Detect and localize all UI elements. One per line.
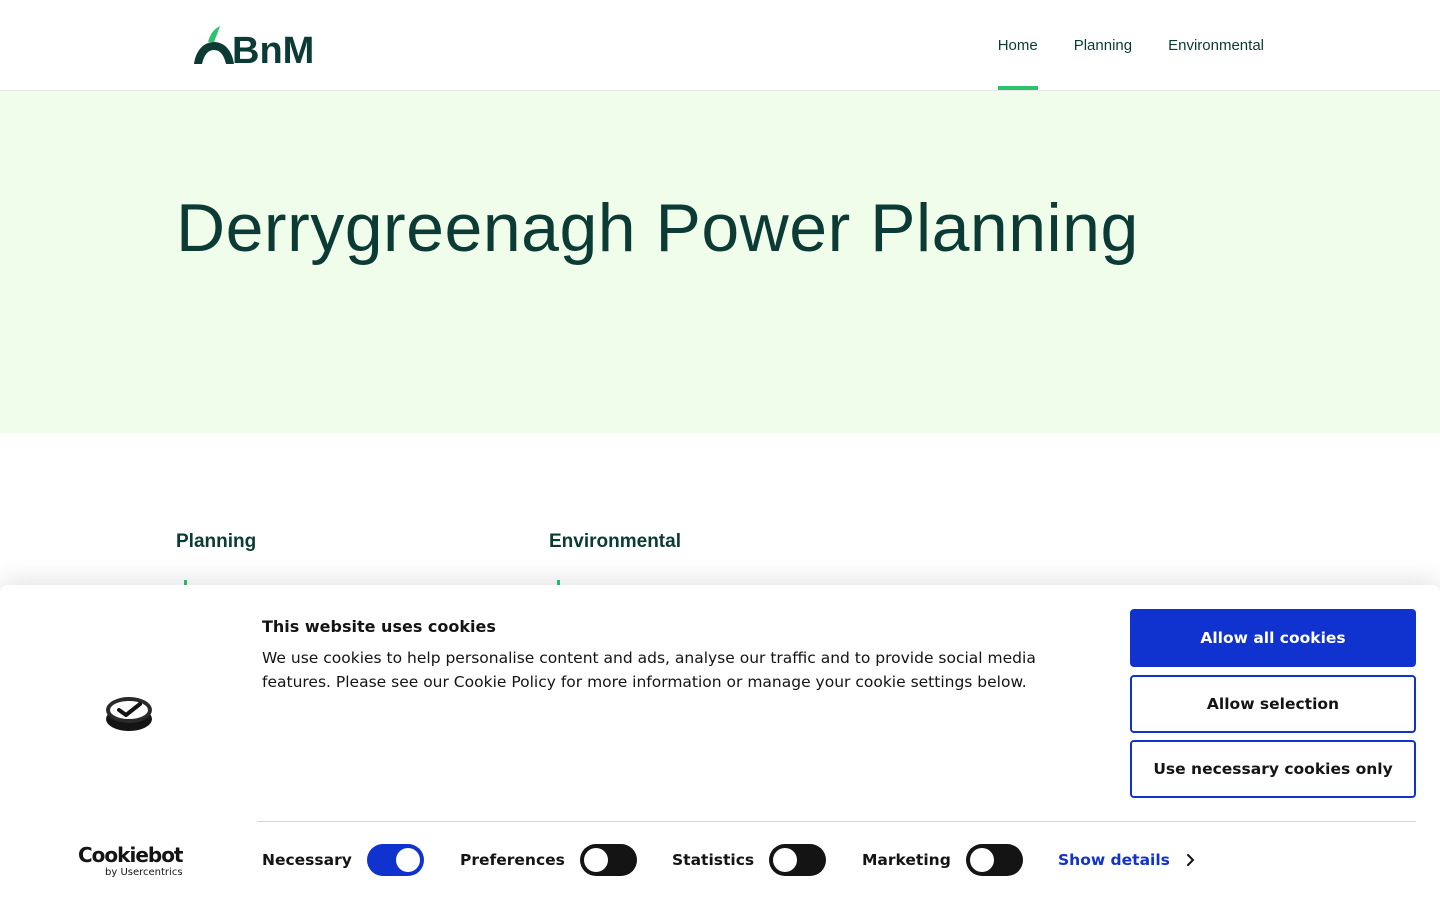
toggle-knob <box>773 848 798 872</box>
show-details-link[interactable]: Show details <box>1058 844 1198 876</box>
nav-environmental[interactable]: Environmental <box>1168 0 1264 90</box>
toggle-knob <box>583 848 608 872</box>
section-environmental-link[interactable]: Environmental <box>549 531 681 553</box>
cookie-icon <box>106 697 152 731</box>
toggle-statistics-group: Statistics <box>672 844 827 876</box>
nav-planning[interactable]: Planning <box>1074 0 1132 90</box>
cookie-description: We use cookies to help personalise conte… <box>262 649 1036 691</box>
toggle-marketing[interactable] <box>965 844 1023 876</box>
toggle-marketing-group: Marketing <box>862 844 1023 876</box>
nav-home[interactable]: Home <box>997 0 1038 90</box>
cookie-heading: This website uses cookies <box>262 617 496 636</box>
toggle-knob <box>395 848 420 872</box>
hero-banner: Derrygreenagh Power Planning <box>0 91 1440 433</box>
toggle-knob <box>969 848 994 872</box>
toggle-preferences-group: Preferences <box>460 844 637 876</box>
logo-text: BnM <box>232 30 314 68</box>
toggle-necessary-label: Necessary <box>262 851 352 869</box>
toggle-statistics-label: Statistics <box>672 851 755 869</box>
toggle-necessary-group: Necessary <box>262 844 424 876</box>
toggle-marketing-label: Marketing <box>862 851 951 869</box>
page-title: Derrygreenagh Power Planning <box>176 190 1139 266</box>
bnm-logo[interactable]: BnM <box>192 24 324 68</box>
section-planning-link[interactable]: Planning <box>176 531 256 553</box>
cookiebot-subtitle: by Usercentrics <box>105 867 183 878</box>
toggle-statistics[interactable] <box>769 844 827 876</box>
allow-all-cookies-button[interactable]: Allow all cookies <box>1130 609 1416 667</box>
main-nav: Home Planning Environmental <box>997 0 1264 90</box>
cookie-consent-banner: This website uses cookies We use cookies… <box>0 585 1440 900</box>
site-header: BnM Home Planning Environmental <box>0 0 1440 91</box>
cookie-divider <box>257 821 1416 822</box>
necessary-cookies-only-button[interactable]: Use necessary cookies only <box>1130 740 1416 798</box>
chevron-right-icon <box>1186 854 1195 866</box>
cookiebot-logo[interactable]: Cookiebot by Usercentrics <box>78 843 183 879</box>
allow-selection-button[interactable]: Allow selection <box>1130 675 1416 733</box>
cookiebot-name: Cookiebot <box>78 843 183 867</box>
toggle-preferences-label: Preferences <box>460 851 565 869</box>
toggle-necessary[interactable] <box>366 844 424 876</box>
show-details-label: Show details <box>1058 851 1170 869</box>
toggle-preferences[interactable] <box>579 844 637 876</box>
